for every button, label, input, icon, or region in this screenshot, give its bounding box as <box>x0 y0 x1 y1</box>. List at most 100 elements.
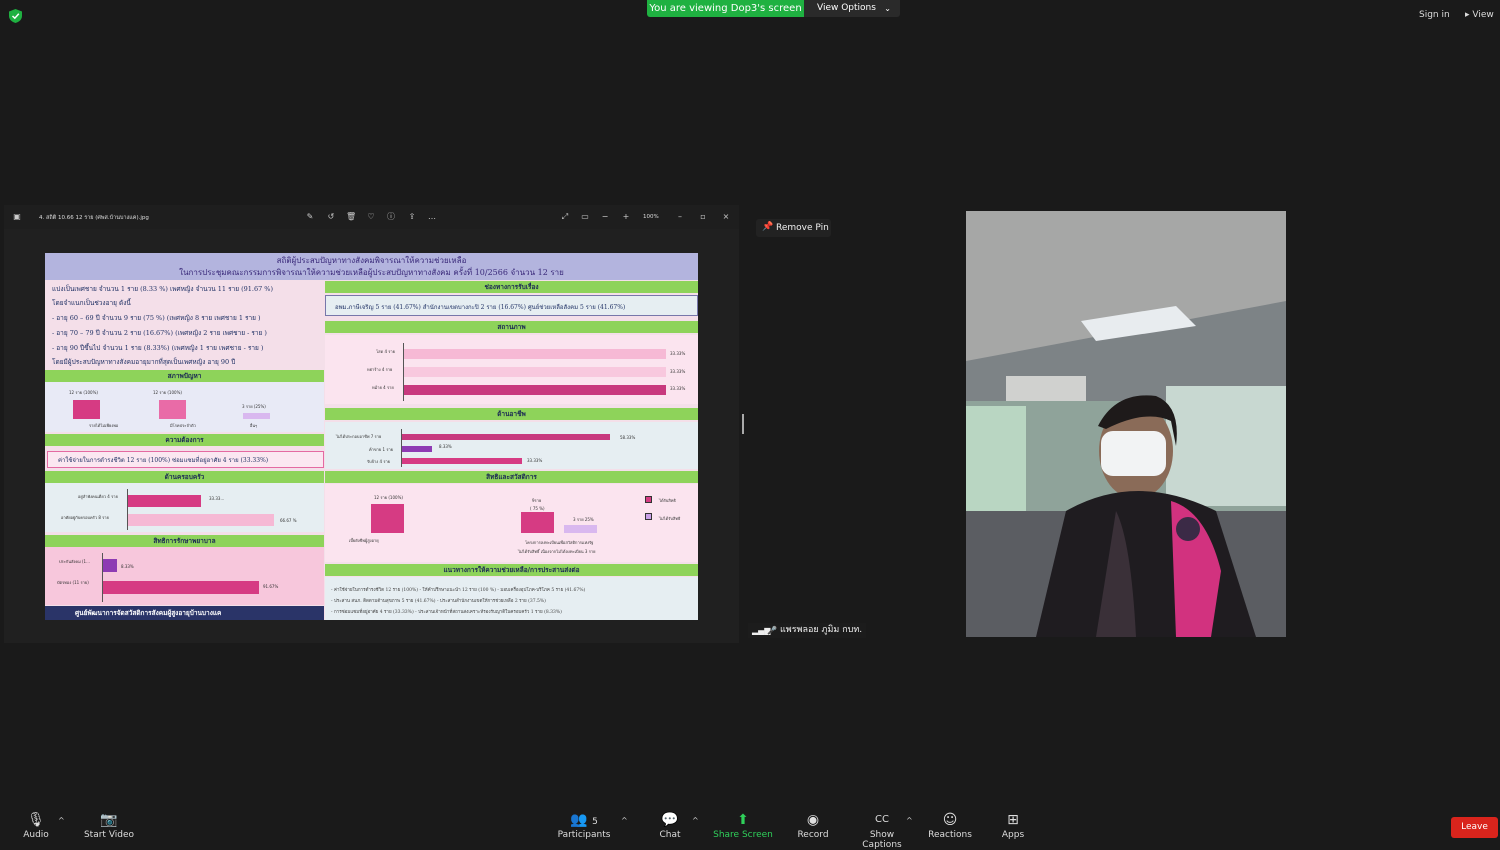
sign-in-button[interactable]: Sign in <box>1419 10 1450 20</box>
share-icon[interactable]: ⇪ <box>407 212 417 222</box>
health-bar <box>103 581 259 594</box>
status-row-label: โสด 4 ราย <box>376 349 396 354</box>
career-bar <box>402 458 522 464</box>
expand-icon[interactable]: ⤢ <box>560 212 570 222</box>
favorite-icon[interactable]: ♡ <box>366 212 376 222</box>
captions-options-caret[interactable]: ^ <box>906 816 913 825</box>
video-off-icon: 📷 <box>100 812 118 828</box>
family-header: ด้านครอบครัว <box>45 471 324 483</box>
intro-line: - อายุ 60 – 69 ปี จำนวน 9 ราย (75 %) (เพ… <box>52 314 261 322</box>
status-bar <box>404 367 666 377</box>
health-bar <box>103 559 117 572</box>
career-bar <box>402 446 432 452</box>
view-label: View <box>1472 10 1494 20</box>
guide-line: - ค่าใช้จ่ายในการดำรงชีวิต 12 ราย (100%)… <box>331 588 586 593</box>
status-row-value: 33.33% <box>670 369 686 374</box>
viewer-file-name: 4. สถิติ 10.66 12 ราย (ศพส.บ้านบางแค).jp… <box>39 215 149 221</box>
career-row-label: ไม่ได้ประกอบอาชีพ 7 ราย <box>336 434 382 439</box>
rights-bar <box>371 504 404 533</box>
career-row-label: ค้าขาย 1 ราย <box>369 447 394 452</box>
chat-options-caret[interactable]: ^ <box>692 816 699 825</box>
record-label: Record <box>797 830 829 840</box>
chat-button[interactable]: 💬 Chat <box>657 810 683 840</box>
rights-legend-label: ได้รับสิทธิ <box>659 498 676 503</box>
panel-resize-handle[interactable] <box>742 414 744 434</box>
intro-line: - อายุ 90 ปีขึ้นไป จำนวน 1 ราย (8.33%) (… <box>52 344 264 352</box>
leave-button[interactable]: Leave <box>1451 817 1498 838</box>
rights-x-label: เบี้ยยังชีพผู้สูงอายุ <box>349 538 379 543</box>
participants-options-caret[interactable]: ^ <box>621 816 628 825</box>
start-video-button[interactable]: 📷 Start Video <box>82 810 136 840</box>
health-row-label: บัตรทอง (11 ราย) <box>57 580 89 585</box>
reactions-icon: ☺ <box>942 812 958 828</box>
participants-button[interactable]: 👥 5 Participants <box>556 810 612 840</box>
guide-line: - ประสาน สนภ. ติดตามด้านสุขภาพ 5 ราย (41… <box>331 599 546 604</box>
zoom-in-icon[interactable]: + <box>621 212 631 222</box>
participant-video-feed <box>966 211 1286 637</box>
delete-icon[interactable]: 🗑 <box>346 212 356 222</box>
record-button[interactable]: ◉ Record <box>796 810 830 840</box>
guide-line: - การซ่อมแซมที่อยู่อาศัย 4 ราย (33.33%) … <box>331 610 562 615</box>
edit-icon[interactable]: ✎ <box>305 212 315 222</box>
view-button[interactable]: ▸ View <box>1465 10 1494 20</box>
rights-bar <box>564 525 597 533</box>
rights-value-label: ( 75 %) <box>530 506 545 511</box>
family-row-label: อยู่ลำพังคนเดียว 4 ราย <box>78 494 118 499</box>
family-bar <box>128 514 274 526</box>
career-header: ด้านอาชีพ <box>325 408 698 420</box>
zoom-level: 100% <box>643 214 659 220</box>
health-row-label: ประกันสังคม (1... <box>59 559 90 564</box>
health-row-value: 8.33% <box>121 564 134 569</box>
problem-legend: อื่นๆ <box>250 423 258 428</box>
problem-legend: มีโรคประจำตัว <box>170 423 196 428</box>
share-screen-icon: ⬆ <box>737 812 749 828</box>
status-row-value: 33.33% <box>670 351 686 356</box>
audio-label: Audio <box>23 830 49 840</box>
intro-line: แบ่งเป็นเพศชาย จำนวน 1 ราย (8.33 %) เพศห… <box>52 285 274 293</box>
health-row-value: 91.67% <box>263 584 279 589</box>
problem-legend: รายได้ไม่เพียงพอ <box>89 423 119 428</box>
rights-legend-label: ไม่ได้รับสิทธิ <box>659 516 681 521</box>
participant-video[interactable] <box>966 211 1286 637</box>
participants-icon: 👥 5 <box>570 812 598 828</box>
problem-bar <box>159 400 186 419</box>
view-options-button[interactable]: View Options ⌄ <box>804 0 900 17</box>
status-bar <box>404 349 666 359</box>
reactions-button[interactable]: ☺ Reactions <box>928 810 972 840</box>
zoom-out-icon[interactable]: − <box>600 212 610 222</box>
problem-bar <box>243 413 270 419</box>
audio-button[interactable]: 🎙 Audio <box>22 810 50 840</box>
problem-header: สภาพปัญหา <box>45 370 324 382</box>
apps-button[interactable]: ⊞ Apps <box>1000 810 1026 840</box>
security-shield-icon[interactable] <box>9 9 22 23</box>
more-icon[interactable]: … <box>427 212 437 222</box>
family-row-label: อาศัยอยู่กับครอบครัว 8 ราย <box>61 515 109 520</box>
participants-count: 5 <box>592 817 598 827</box>
start-video-label: Start Video <box>83 830 135 840</box>
minimize-icon[interactable]: – <box>675 212 685 222</box>
problem-value-label: 3 ราย (25%) <box>242 404 266 409</box>
share-screen-button[interactable]: ⬆ Share Screen <box>713 810 773 840</box>
close-icon[interactable]: × <box>721 212 731 222</box>
audio-options-caret[interactable]: ^ <box>58 816 65 825</box>
muted-mic-icon: 🎤 <box>767 626 777 635</box>
rights-legend-swatch <box>645 496 652 503</box>
problem-bar <box>73 400 100 419</box>
intro-section <box>45 281 324 369</box>
record-icon: ◉ <box>806 812 820 828</box>
view-options-label: View Options <box>817 3 876 13</box>
rotate-icon[interactable]: ↺ <box>326 212 336 222</box>
viewing-screen-banner: You are viewing Dop3's screen <box>647 0 804 17</box>
rights-x-label: โครงการลงทะเบียนเพื่อสวัสดิการแห่งรัฐ <box>525 540 594 545</box>
maximize-icon[interactable]: ▫ <box>698 212 708 222</box>
fit-icon[interactable]: ▭ <box>580 212 590 222</box>
rights-header: สิทธิและสวัสดิการ <box>325 471 698 483</box>
career-bar <box>402 434 610 440</box>
apps-icon: ⊞ <box>1007 812 1019 828</box>
slide-title-line-1: สถิติผู้ประสบปัญหาทางสังคมพิจารณาให้ความ… <box>276 256 467 265</box>
share-screen-label: Share Screen <box>713 830 773 840</box>
needs-text: ค่าใช้จ่ายในการดำรงชีวิต 12 ราย (100%) ซ… <box>58 457 269 464</box>
career-row-value: 58.33% <box>620 435 636 440</box>
info-icon[interactable]: ⓘ <box>386 212 396 222</box>
status-header: สถานภาพ <box>325 321 698 333</box>
